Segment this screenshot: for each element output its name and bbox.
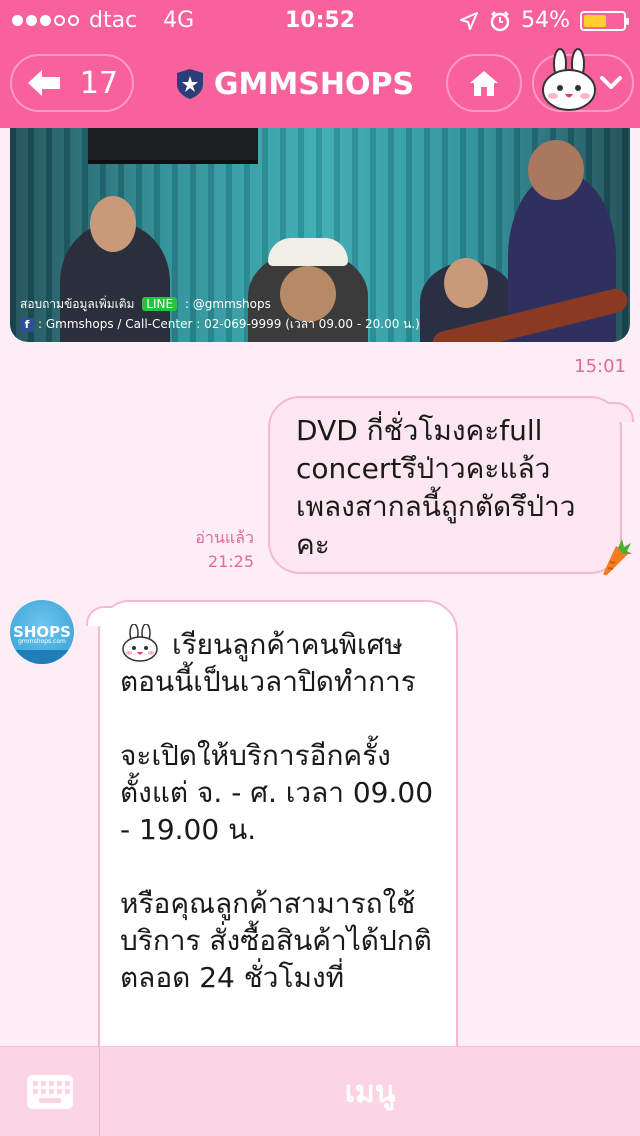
- message-paragraph: เรียนลูกค้าคนพิเศษ ตอนนี้เป็นเวลาปิดทำกา…: [120, 624, 436, 700]
- message-time: 21:25: [207, 552, 254, 571]
- battery-percent: 54%: [521, 8, 570, 33]
- read-receipt: อ่านแล้ว 21:25: [195, 526, 254, 574]
- back-arrow-icon: [27, 70, 60, 96]
- banner-line-handle: : @gmmshops: [184, 297, 271, 311]
- banner-contact-info: สอบถามข้อมูลเพิ่มเติม LINE : @gmmshops f…: [20, 294, 420, 334]
- alarm-icon: [490, 10, 510, 31]
- outgoing-message-text: DVD กี่ชั่วโมงคะfull concertรึป่าวคะแล้ว…: [296, 414, 576, 561]
- cony-emoji-icon: [122, 624, 158, 662]
- profile-menu-button[interactable]: [532, 48, 634, 112]
- banner-info-prefix: สอบถามข้อมูลเพิ่มเติม: [20, 297, 135, 311]
- sender-avatar[interactable]: SHOPS gmmshops.com: [10, 600, 74, 664]
- banner-callcenter: : Gmmshops / Call-Center : 02-069-9999 (…: [38, 317, 420, 331]
- cony-bunny-avatar-icon: [542, 48, 596, 111]
- carrot-sticker-icon: [603, 539, 632, 576]
- back-button[interactable]: 17: [10, 54, 134, 112]
- top-bar: dtac 4G 10:52 54% 17 GMMSHOPS: [0, 0, 640, 128]
- message-paragraph-3: หรือคุณลูกค้าสามารถใช้บริการ สั่งซื้อสิน…: [120, 887, 432, 994]
- keyboard-toggle-button[interactable]: [0, 1047, 100, 1136]
- line-badge: LINE: [142, 297, 178, 311]
- read-label: อ่านแล้ว: [195, 528, 254, 547]
- chat-title: GMMSHOPS: [150, 62, 440, 106]
- home-icon: [470, 71, 498, 96]
- chat-title-text: GMMSHOPS: [213, 66, 415, 102]
- location-arrow-icon: [460, 11, 479, 30]
- chat-area[interactable]: สอบถามข้อมูลเพิ่มเติม LINE : @gmmshops f…: [0, 128, 640, 1046]
- avatar-subtext: gmmshops.com: [18, 638, 66, 645]
- rich-menu-toggle-button[interactable]: เมนู: [100, 1047, 640, 1136]
- banner-timestamp: 15:01: [574, 356, 626, 377]
- menu-label: เมนู: [344, 1074, 396, 1110]
- back-count: 17: [79, 65, 119, 101]
- bottom-bar: เมนู: [0, 1046, 640, 1136]
- outgoing-message-bubble[interactable]: DVD กี่ชั่วโมงคะfull concertรึป่าวคะแล้ว…: [268, 396, 634, 574]
- keyboard-icon: [26, 1075, 73, 1109]
- official-account-shield-icon: [176, 69, 203, 99]
- incoming-message-bubble[interactable]: เรียนลูกค้าคนพิเศษ ตอนนี้เป็นเวลาปิดทำกา…: [86, 600, 458, 1046]
- message-paragraph-2: จะเปิดให้บริการอีกครั้งตั้งแต่ จ. - ศ. เ…: [120, 739, 434, 846]
- home-button[interactable]: [446, 54, 522, 112]
- chevron-down-icon: [600, 76, 622, 89]
- battery-icon: [580, 10, 629, 31]
- message-paragraph-1: เรียนลูกค้าคนพิเศษ ตอนนี้เป็นเวลาปิดทำกา…: [120, 628, 416, 698]
- facebook-icon: f: [20, 318, 34, 332]
- status-bar: dtac 4G 10:52 54%: [0, 0, 640, 40]
- promo-banner-image[interactable]: สอบถามข้อมูลเพิ่มเติม LINE : @gmmshops f…: [10, 128, 630, 342]
